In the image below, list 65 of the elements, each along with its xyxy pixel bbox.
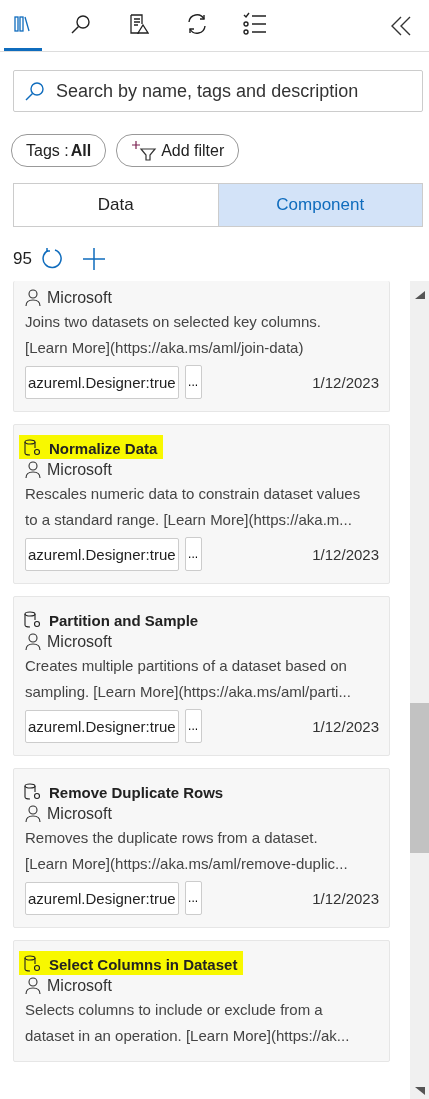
author-name: Microsoft: [47, 805, 112, 823]
component-card[interactable]: Partition and Sample Microsoft Creates multiple partitions of a dataset based on sampling. [Learn More](https://aka.ms/aml/parti... azureml.Designer:true ... 1/12/2023: [13, 596, 390, 756]
item-count: 95: [13, 249, 32, 269]
author-name: Microsoft: [47, 461, 112, 479]
more-tags-button[interactable]: ...: [184, 881, 202, 915]
segment-tab[interactable]: Component: [217, 184, 422, 226]
card-title: Remove Duplicate Rows: [49, 783, 224, 801]
description-text: sampling. [Learn More](https://aka.ms/aml/parti...: [25, 682, 352, 702]
refresh-icon: [39, 247, 64, 271]
description-text: dataset in an operation. [Learn More](https://ak...: [25, 1026, 351, 1046]
add-button[interactable]: [81, 247, 106, 271]
card-title: Select Columns in Dataset: [49, 955, 238, 973]
database-gear-icon: [23, 439, 43, 457]
tag-chip: azureml.Designer:true: [25, 365, 179, 399]
double-chevron-left-icon: [390, 14, 412, 37]
person-icon: [25, 977, 41, 995]
author-name: Microsoft: [47, 289, 112, 307]
date-text: 1/12/2023: [312, 373, 379, 391]
description-text: [Learn More](https://aka.ms/aml/remove-duplic...: [25, 854, 349, 874]
person-icon: [25, 461, 41, 479]
person-icon: [25, 805, 41, 823]
card-title: Partition and Sample: [49, 611, 199, 629]
description-text: Creates multiple partitions of a dataset based on: [25, 656, 348, 676]
scroll-up-icon[interactable]: [414, 291, 425, 299]
description-text: Rescales numeric data to constrain dataset values: [25, 484, 362, 504]
person-icon: [25, 289, 41, 307]
description-text: Joins two datasets on selected key columns.: [25, 312, 322, 332]
tag-chip: azureml.Designer:true: [25, 709, 179, 743]
date-text: 1/12/2023: [312, 545, 379, 563]
more-tags-button[interactable]: ...: [184, 709, 202, 743]
card-title: Normalize Data: [49, 439, 158, 457]
tags-filter-button[interactable]: Tags :All: [11, 134, 107, 167]
search-icon: [24, 80, 46, 102]
document-warning-icon: [129, 13, 149, 35]
more-tags-button[interactable]: ...: [184, 365, 202, 399]
description-text: Removes the duplicate rows from a dataset.: [25, 828, 319, 848]
scroll-down-icon[interactable]: [414, 1087, 425, 1095]
database-gear-icon: [23, 783, 43, 801]
description-text: [Learn More](https://aka.ms/aml/join-data): [25, 338, 305, 358]
description-text: Selects columns to include or exclude from a: [25, 1000, 324, 1020]
component-card[interactable]: Microsoft Joins two datasets on selected key columns. [Learn More](https://aka.ms/aml/join-data) azureml.Designer:true ... 1/12/2023: [13, 281, 390, 412]
add-filter-button[interactable]: Add filter: [116, 134, 240, 167]
component-card[interactable]: Remove Duplicate Rows Microsoft Removes the duplicate rows from a dataset. [Learn More](https://aka.ms/aml/remove-duplic... azureml.Designer:true ... 1/12/2023: [13, 768, 390, 928]
person-icon: [25, 633, 41, 651]
refresh-button[interactable]: [39, 247, 64, 271]
search-field[interactable]: Search by name, tags and description: [13, 70, 423, 112]
checklist-icon: [243, 12, 267, 36]
scrollbar[interactable]: [410, 281, 429, 1099]
database-gear-icon: [23, 955, 43, 973]
database-gear-icon: [23, 611, 43, 629]
component-card[interactable]: Select Columns in Dataset Microsoft Selects columns to include or exclude from a dataset in an operation. [Learn More](https://ak...: [13, 940, 390, 1062]
author-name: Microsoft: [47, 977, 112, 995]
tag-chip: azureml.Designer:true: [25, 537, 179, 571]
search-icon: [70, 13, 92, 35]
description-text: to a standard range. [Learn More](https://aka.m...: [25, 510, 353, 530]
library-icon: [13, 14, 33, 34]
plus-icon: [81, 247, 106, 271]
date-text: 1/12/2023: [312, 889, 379, 907]
date-text: 1/12/2023: [312, 717, 379, 735]
tag-chip: azureml.Designer:true: [25, 881, 179, 915]
author-name: Microsoft: [47, 633, 112, 651]
more-tags-button[interactable]: ...: [184, 537, 202, 571]
scrollbar-thumb[interactable]: [410, 703, 429, 853]
component-card[interactable]: Normalize Data Microsoft Rescales numeric data to constrain dataset values to a standard range. [Learn More](https://aka.m... azureml.Designer:true ... 1/12/2023: [13, 424, 390, 584]
refresh-icon: [185, 13, 209, 35]
